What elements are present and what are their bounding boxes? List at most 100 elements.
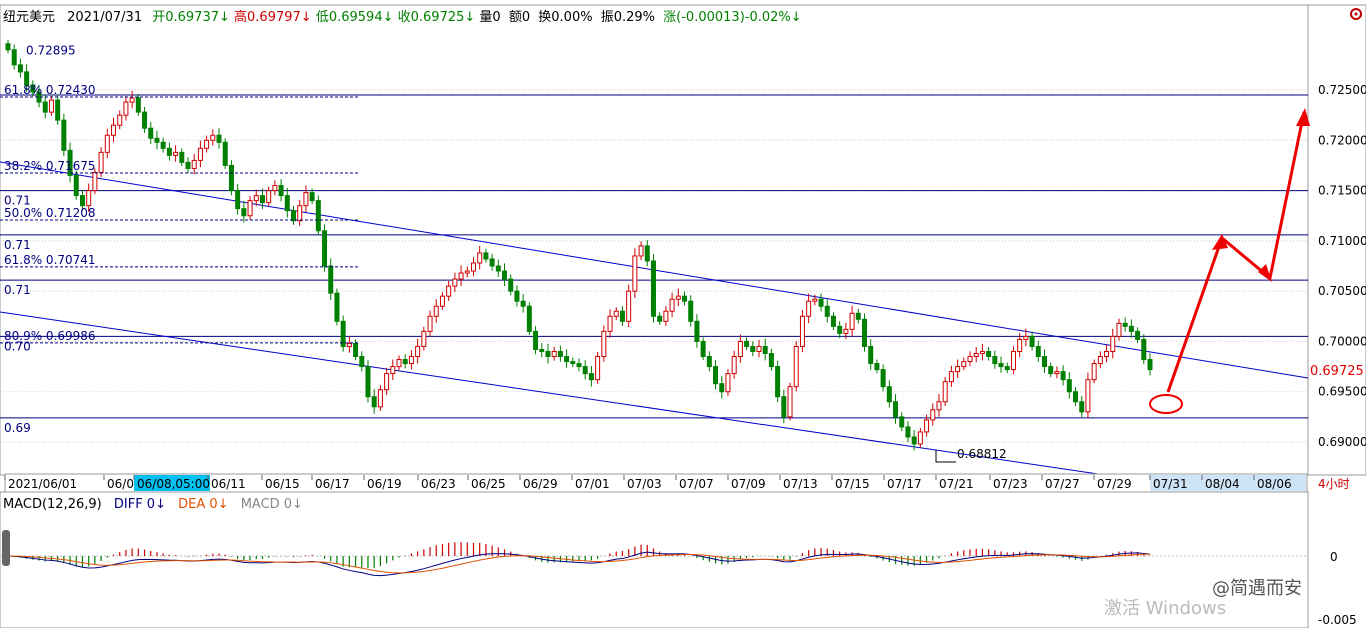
header-symbol: 纽元美元 — [3, 10, 55, 25]
candle-body — [942, 381, 948, 403]
candle-body — [415, 345, 421, 358]
candle-body — [1066, 379, 1072, 393]
candle-body — [142, 111, 148, 129]
candle-body — [371, 396, 377, 408]
candle-body — [570, 361, 576, 365]
candle-body — [1073, 391, 1079, 403]
header-volume: 量0 — [479, 10, 500, 25]
brand-watermark: @简遇而安 — [1212, 578, 1302, 599]
candle-body — [744, 340, 750, 347]
candle-body — [756, 345, 762, 352]
candle-body — [1079, 401, 1085, 413]
candle-body — [48, 99, 54, 113]
candle-body — [433, 305, 439, 317]
candle-body — [322, 230, 328, 267]
candle-body — [160, 141, 166, 149]
candle-body — [1116, 322, 1122, 337]
candle-body — [924, 419, 930, 433]
candle-body — [601, 330, 607, 358]
windows-activation-watermark: 激活 Windows — [1104, 598, 1226, 619]
candle-body — [533, 330, 539, 350]
candle-body — [452, 278, 458, 287]
x-tick-label: 06/15 — [265, 477, 300, 491]
candle-body — [657, 315, 663, 322]
candle-body — [42, 101, 48, 113]
candle-body — [1085, 379, 1091, 413]
candle-body — [750, 345, 756, 352]
candle-body — [272, 185, 278, 192]
x-tick-label: 07/31 — [1153, 477, 1188, 491]
candle-body — [104, 134, 110, 153]
candle-body — [61, 119, 67, 151]
header-change: 涨(-0.00013)-0.02%↓ — [663, 10, 801, 25]
candle — [340, 315, 346, 352]
header-close: 收0.69725↓ — [398, 10, 476, 25]
candle-body — [793, 345, 799, 388]
candle-body — [986, 350, 992, 358]
candle-body — [210, 134, 216, 141]
x-tick-label: 07/29 — [1097, 477, 1132, 491]
candle-body — [731, 356, 737, 375]
y-tick-label: 0.72500 — [1318, 83, 1366, 97]
candle — [595, 351, 601, 384]
macd-scroll-handle[interactable] — [2, 530, 10, 566]
x-tick-label: 06/08,05:00 — [137, 477, 210, 491]
candle-body — [247, 200, 253, 217]
candle — [365, 360, 371, 403]
candle-body — [619, 310, 625, 322]
candle-body — [291, 210, 296, 222]
candle-body — [173, 151, 179, 156]
candle-body — [955, 366, 961, 373]
candle-body — [1128, 325, 1134, 332]
header-turnover: 换0.00% — [538, 10, 592, 25]
candle-body — [79, 195, 85, 207]
candle-body — [477, 252, 483, 264]
candle-body — [408, 356, 414, 365]
x-tick-label: 2021/06/01 — [8, 477, 77, 491]
level-label: 0.71 — [4, 238, 31, 252]
candle-body — [216, 134, 222, 143]
candle-body — [905, 426, 911, 438]
candle-body — [353, 342, 359, 358]
candle — [315, 195, 321, 236]
candle — [73, 170, 79, 200]
candle-body — [148, 127, 154, 139]
candle-body — [123, 101, 129, 116]
candle-body — [1097, 356, 1103, 365]
candle-body — [464, 270, 470, 274]
candle — [626, 284, 632, 328]
candle-body — [1060, 371, 1066, 381]
x-tick-label: 06/19 — [367, 477, 402, 491]
candle — [787, 382, 793, 421]
candle-body — [253, 195, 259, 202]
candle-body — [17, 64, 23, 73]
header-low: 低0.69594↓ — [316, 10, 394, 25]
candle-body — [638, 245, 644, 257]
candle-body — [936, 401, 942, 411]
candle-body — [328, 265, 334, 294]
candle — [775, 360, 781, 402]
x-tick-label: 07/27 — [1045, 477, 1080, 491]
candle-body — [185, 161, 191, 169]
candle — [1085, 372, 1091, 419]
macd-zero-tick: 0 — [1330, 550, 1338, 564]
header-amplitude: 振0.29% — [601, 10, 655, 25]
fib-label: 50.0% 0.71208 — [4, 206, 96, 220]
chart-canvas: 纽元美元 2021/07/31 开0.69737↓ 高0.69797↓ 低0.6… — [0, 0, 1366, 628]
candle-body — [446, 285, 452, 297]
candle-body — [346, 342, 352, 347]
x-tick-label: 07/13 — [783, 477, 818, 491]
candle-body — [632, 255, 638, 292]
candle-body — [613, 310, 619, 317]
candle-body — [806, 300, 812, 317]
candle — [601, 325, 607, 362]
candle — [61, 113, 67, 157]
candle-body — [650, 260, 656, 317]
candle-body — [1041, 356, 1047, 368]
candle-body — [582, 366, 588, 375]
candle-body — [545, 350, 551, 358]
candle-body — [402, 359, 408, 365]
candle-body — [682, 295, 688, 302]
timeframe-label[interactable]: 4小时 — [1318, 477, 1350, 491]
candle-body — [663, 310, 669, 322]
